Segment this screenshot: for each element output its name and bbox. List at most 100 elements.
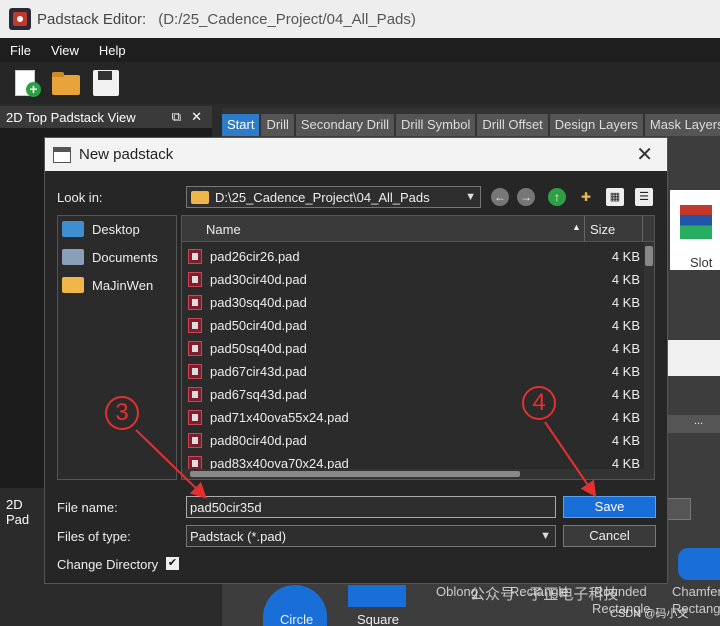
file-size: 4 KB — [611, 295, 640, 310]
file-name: pad80cir40d.pad — [210, 433, 307, 448]
column-divider — [584, 216, 585, 242]
sidebar-item-label: MaJinWen — [92, 277, 154, 293]
file-row[interactable]: pad30cir40d.pad 4 KB — [182, 268, 644, 291]
sidebar-item-user[interactable]: MaJinWen — [62, 277, 153, 293]
file-list-header: Name ▲ Size — [182, 216, 654, 242]
file-name-input[interactable] — [186, 496, 556, 518]
detail-view-icon[interactable]: ☰ — [635, 188, 653, 206]
scroll-thumb[interactable] — [190, 471, 520, 477]
slot-label: Slot — [690, 255, 713, 270]
csdn-watermark: CSDN @码小文 — [610, 608, 689, 620]
sidebar-item-desktop[interactable]: Desktop — [62, 221, 140, 237]
save-button[interactable]: Save — [563, 496, 656, 518]
scroll-thumb[interactable] — [645, 246, 653, 266]
square-shape-button[interactable] — [348, 585, 406, 607]
forward-icon[interactable]: → — [517, 188, 535, 206]
title-bar: Padstack Editor: (D:/25_Cadence_Project/… — [0, 0, 720, 38]
save-icon[interactable] — [90, 67, 122, 99]
cancel-button[interactable]: Cancel — [563, 525, 656, 547]
change-directory-label: Change Directory — [57, 557, 159, 572]
toolbar — [0, 62, 720, 104]
look-in-combo[interactable]: D:\25_Cadence_Project\04_All_Pads ▼ — [186, 186, 481, 208]
file-row[interactable]: pad71x40ova55x24.pad 4 KB — [182, 406, 644, 429]
file-row[interactable]: pad26cir26.pad 4 KB — [182, 245, 644, 268]
top-view-dock-header: 2D Top Padstack View ⧉ ✕ — [0, 106, 212, 128]
pad-file-icon — [188, 295, 202, 310]
dialog-title-bar: New padstack ✕ — [45, 138, 667, 171]
file-type-label: Files of type: — [57, 529, 131, 544]
file-row[interactable]: pad67cir43d.pad 4 KB — [182, 360, 644, 383]
file-size: 4 KB — [611, 341, 640, 356]
dialog-title: New padstack — [79, 146, 174, 163]
file-name: pad50cir40d.pad — [210, 318, 307, 333]
menu-file[interactable]: File — [0, 43, 41, 58]
menu-bar: File View Help — [0, 38, 720, 62]
horizontal-scrollbar[interactable] — [182, 469, 644, 479]
file-size: 4 KB — [611, 387, 640, 402]
pad-file-icon — [188, 249, 202, 264]
chamfer-shape-button[interactable] — [678, 548, 720, 580]
file-size: 4 KB — [611, 318, 640, 333]
sidebar-item-documents[interactable]: Documents — [62, 249, 158, 265]
desktop-icon — [62, 221, 84, 237]
back-icon[interactable]: ← — [491, 188, 509, 206]
file-name-label: File name: — [57, 500, 118, 515]
file-size: 4 KB — [611, 410, 640, 425]
tab-start[interactable]: Start — [222, 114, 260, 136]
open-folder-icon[interactable] — [50, 67, 82, 99]
square-label: Square — [357, 612, 399, 626]
slot-image — [680, 205, 712, 239]
tab-mask-layers[interactable]: Mask Layers — [644, 114, 720, 136]
list-view-icon[interactable]: ▦ — [606, 188, 624, 206]
file-size: 4 KB — [611, 249, 640, 264]
vertical-scrollbar[interactable] — [644, 242, 654, 479]
file-name: pad30sq40d.pad — [210, 295, 307, 310]
file-row[interactable]: pad30sq40d.pad 4 KB — [182, 291, 644, 314]
file-name: pad30cir40d.pad — [210, 272, 307, 287]
file-size: 4 KB — [611, 364, 640, 379]
tab-bar: Start Drill Secondary Drill Drill Symbol… — [222, 108, 720, 136]
sort-up-icon: ▲ — [572, 222, 581, 232]
second-dock-title: 2D Pad — [6, 497, 30, 527]
parent-dir-icon[interactable]: ↑ — [548, 188, 566, 206]
app-title: Padstack Editor: — [37, 10, 147, 28]
close-icon[interactable]: ✕ — [191, 109, 202, 125]
chevron-down-icon: ▼ — [465, 191, 476, 203]
sidebar-item-label: Desktop — [92, 221, 140, 237]
file-name: pad50sq40d.pad — [210, 341, 307, 356]
file-type-combo[interactable]: Padstack (*.pad) ▼ — [186, 525, 556, 547]
file-row[interactable]: pad50sq40d.pad 4 KB — [182, 337, 644, 360]
file-row[interactable]: pad67sq43d.pad 4 KB — [182, 383, 644, 406]
file-row[interactable]: pad80cir40d.pad 4 KB — [182, 429, 644, 452]
file-size: 4 KB — [611, 272, 640, 287]
file-name: pad26cir26.pad — [210, 249, 300, 264]
watermark-text: 公众号 · 子正电子科技 — [470, 586, 619, 603]
new-folder-icon[interactable]: ✚ — [577, 188, 595, 206]
file-list: Name ▲ Size pad26cir26.pad 4 KB pad30cir… — [181, 215, 655, 480]
pad-file-icon — [188, 364, 202, 379]
app-icon — [9, 8, 31, 30]
pad-file-icon — [188, 318, 202, 333]
file-name: pad67cir43d.pad — [210, 364, 307, 379]
column-size[interactable]: Size — [590, 222, 615, 237]
chevron-down-icon: ▼ — [540, 530, 551, 542]
file-row[interactable]: pad50cir40d.pad 4 KB — [182, 314, 644, 337]
tab-drill-offset[interactable]: Drill Offset — [477, 114, 548, 136]
pad-file-icon — [188, 272, 202, 287]
column-name[interactable]: Name — [206, 222, 241, 237]
tab-drill[interactable]: Drill — [261, 114, 294, 136]
chamfer-label: Chamfer — [672, 584, 720, 599]
tab-design-layers[interactable]: Design Layers — [549, 114, 643, 136]
dialog-close-icon[interactable]: ✕ — [636, 142, 653, 167]
menu-help[interactable]: Help — [89, 43, 136, 58]
change-directory-checkbox[interactable]: ✔ — [166, 557, 179, 570]
new-file-icon[interactable] — [10, 67, 42, 99]
places-sidebar: Desktop Documents MaJinWen — [57, 215, 177, 480]
float-icon[interactable]: ⧉ — [172, 109, 181, 125]
sidebar-item-label: Documents — [92, 249, 158, 265]
tab-drill-symbol[interactable]: Drill Symbol — [396, 114, 476, 136]
tab-secondary-drill[interactable]: Secondary Drill — [295, 114, 395, 136]
menu-view[interactable]: View — [41, 43, 89, 58]
look-in-label: Look in: — [57, 190, 103, 205]
window-path: (D:/25_Cadence_Project/04_All_Pads) — [158, 10, 416, 28]
